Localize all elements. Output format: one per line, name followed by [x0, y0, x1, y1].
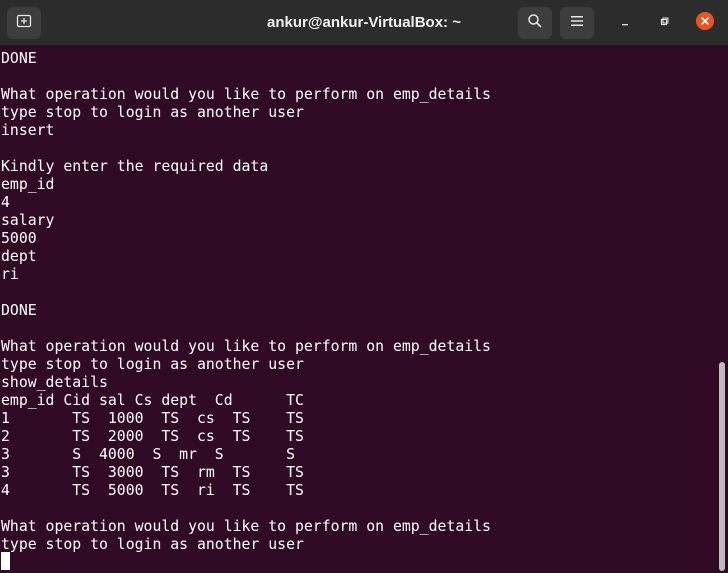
table-row: 3 TS 3000 TS rm TS TS — [1, 464, 304, 481]
text-cursor — [1, 552, 10, 570]
minimize-button[interactable] — [615, 13, 635, 33]
terminal-output[interactable]: DONE What operation would you like to pe… — [0, 46, 718, 573]
title-bar: ankur@ankur-VirtualBox: ~ — [0, 0, 728, 46]
search-button[interactable] — [518, 7, 552, 39]
terminal-line: type stop to login as another user — [1, 356, 304, 373]
close-icon — [695, 11, 715, 36]
terminal-line: DONE — [1, 302, 37, 319]
terminal-line: What operation would you like to perform… — [1, 518, 491, 535]
table-header-line: emp_id Cid sal Cs dept Cd TC — [1, 392, 304, 409]
scrollbar-thumb[interactable] — [719, 362, 725, 571]
table-row: 2 TS 2000 TS cs TS TS — [1, 428, 304, 445]
terminal-line: 5000 — [1, 230, 37, 247]
search-icon — [527, 13, 543, 34]
table-row: 1 TS 1000 TS cs TS TS — [1, 410, 304, 427]
table-row: 3 S 4000 S mr S S — [1, 446, 295, 463]
terminal-line: salary — [1, 212, 55, 229]
terminal-line: What operation would you like to perform… — [1, 86, 491, 103]
terminal-line: What operation would you like to perform… — [1, 338, 491, 355]
terminal-window: ankur@ankur-VirtualBox: ~ DONE What oper… — [0, 0, 728, 573]
terminal-line: ri — [1, 266, 19, 283]
terminal-line: insert — [1, 122, 55, 139]
menu-button[interactable] — [560, 7, 594, 39]
terminal-line: type stop to login as another user — [1, 536, 304, 553]
terminal-line: Kindly enter the required data — [1, 158, 269, 175]
terminal-line: DONE — [1, 50, 37, 67]
terminal-line: show_details — [1, 374, 108, 391]
maximize-button[interactable] — [654, 13, 674, 33]
minimize-icon — [620, 14, 630, 32]
table-row: 4 TS 5000 TS ri TS TS — [1, 482, 304, 499]
close-button[interactable] — [695, 11, 715, 36]
hamburger-menu-icon — [570, 14, 584, 32]
terminal-line: 4 — [1, 194, 10, 211]
terminal-line: emp_id — [1, 176, 55, 193]
maximize-icon — [659, 14, 669, 32]
terminal-line: type stop to login as another user — [1, 104, 304, 121]
terminal-line: dept — [1, 248, 37, 265]
